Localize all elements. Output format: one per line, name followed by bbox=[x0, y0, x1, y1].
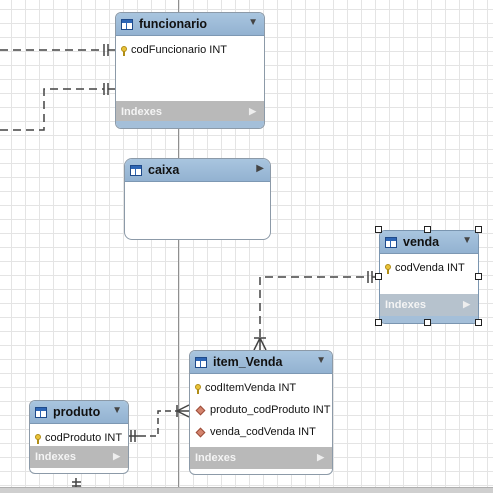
resize-handle-ne[interactable] bbox=[475, 226, 482, 233]
table-icon bbox=[195, 356, 207, 368]
many-marker bbox=[176, 404, 190, 418]
collapse-arrow-icon[interactable]: ▼ bbox=[248, 17, 258, 28]
resize-handle-w[interactable] bbox=[375, 273, 382, 280]
column-label: produto_codProduto INT bbox=[210, 404, 331, 416]
collapse-arrow-icon[interactable]: ▼ bbox=[316, 355, 326, 366]
table-produto[interactable]: produto ▼ codProduto INT Indexes ▶ bbox=[29, 400, 129, 474]
column-label: codItemVenda INT bbox=[205, 382, 297, 394]
table-title: caixa bbox=[148, 163, 180, 177]
indexes-label: Indexes bbox=[195, 452, 236, 464]
table-icon bbox=[385, 236, 397, 248]
table-item-venda[interactable]: item_Venda ▼ codItemVenda INT produto_co… bbox=[189, 350, 333, 475]
horizontal-scrollbar[interactable] bbox=[0, 487, 493, 493]
column-label: codProduto INT bbox=[45, 432, 123, 444]
resize-handle-se[interactable] bbox=[475, 319, 482, 326]
column-row[interactable]: codFuncionario INT bbox=[116, 39, 264, 61]
foreign-key-icon bbox=[195, 405, 206, 415]
expand-arrow-icon[interactable]: ▶ bbox=[256, 163, 264, 174]
resize-handle-s[interactable] bbox=[424, 319, 431, 326]
table-title: venda bbox=[403, 235, 440, 249]
table-title: funcionario bbox=[139, 17, 208, 31]
primary-key-icon bbox=[195, 383, 201, 394]
relationship-line-item-venda-venda bbox=[259, 276, 368, 337]
indexes-label: Indexes bbox=[385, 299, 426, 311]
collapse-arrow-icon[interactable]: ▼ bbox=[112, 405, 122, 416]
column-label: codVenda INT bbox=[395, 262, 465, 274]
foreign-key-icon bbox=[195, 427, 206, 437]
table-header[interactable]: funcionario ▼ bbox=[116, 13, 264, 36]
one-marker bbox=[128, 430, 140, 442]
resize-handle-nw[interactable] bbox=[375, 226, 382, 233]
table-header[interactable]: venda ▼ bbox=[380, 231, 478, 254]
table-funcionario[interactable]: funcionario ▼ codFuncionario INT Indexes… bbox=[115, 12, 265, 129]
indexes-bar[interactable]: Indexes ▶ bbox=[30, 446, 128, 468]
primary-key-icon bbox=[35, 433, 41, 444]
primary-key-icon bbox=[385, 263, 391, 274]
er-diagram-canvas[interactable]: funcionario ▼ codFuncionario INT Indexes… bbox=[0, 0, 493, 493]
relationship-line-produto-item-venda bbox=[140, 410, 177, 437]
many-marker bbox=[253, 337, 267, 351]
column-label: codFuncionario INT bbox=[131, 44, 227, 56]
expand-arrow-icon[interactable]: ▶ bbox=[317, 452, 324, 463]
indexes-bar[interactable]: Indexes ▶ bbox=[380, 294, 478, 316]
table-footer bbox=[116, 121, 264, 128]
expand-arrow-icon[interactable]: ▶ bbox=[113, 451, 120, 462]
expand-arrow-icon[interactable]: ▶ bbox=[463, 299, 470, 310]
column-row[interactable]: codVenda INT bbox=[380, 257, 478, 279]
table-header[interactable]: produto ▼ bbox=[30, 401, 128, 424]
column-row[interactable]: venda_codVenda INT bbox=[190, 421, 332, 443]
table-title: produto bbox=[53, 405, 101, 419]
relationship-line-funcionario-2 bbox=[0, 88, 104, 131]
table-icon bbox=[35, 406, 47, 418]
resize-handle-sw[interactable] bbox=[375, 319, 382, 326]
table-caixa[interactable]: caixa ▶ bbox=[124, 158, 271, 240]
indexes-bar[interactable]: Indexes ▶ bbox=[116, 101, 264, 123]
expand-arrow-icon[interactable]: ▶ bbox=[249, 106, 256, 117]
one-marker bbox=[103, 83, 115, 95]
table-icon bbox=[121, 18, 133, 30]
indexes-label: Indexes bbox=[121, 106, 162, 118]
column-row[interactable]: produto_codProduto INT bbox=[190, 399, 332, 421]
resize-handle-n[interactable] bbox=[424, 226, 431, 233]
collapse-arrow-icon[interactable]: ▼ bbox=[462, 235, 472, 246]
primary-key-icon bbox=[121, 45, 127, 56]
table-header[interactable]: caixa ▶ bbox=[125, 159, 270, 182]
indexes-bar[interactable]: Indexes ▶ bbox=[190, 447, 332, 469]
column-label: venda_codVenda INT bbox=[210, 426, 316, 438]
resize-handle-e[interactable] bbox=[475, 273, 482, 280]
table-icon bbox=[130, 164, 142, 176]
indexes-label: Indexes bbox=[35, 451, 76, 463]
column-row[interactable]: codItemVenda INT bbox=[190, 377, 332, 399]
table-header[interactable]: item_Venda ▼ bbox=[190, 351, 332, 374]
table-title: item_Venda bbox=[213, 355, 283, 369]
table-venda[interactable]: venda ▼ codVenda INT Indexes ▶ bbox=[379, 230, 479, 324]
one-marker bbox=[103, 44, 115, 56]
